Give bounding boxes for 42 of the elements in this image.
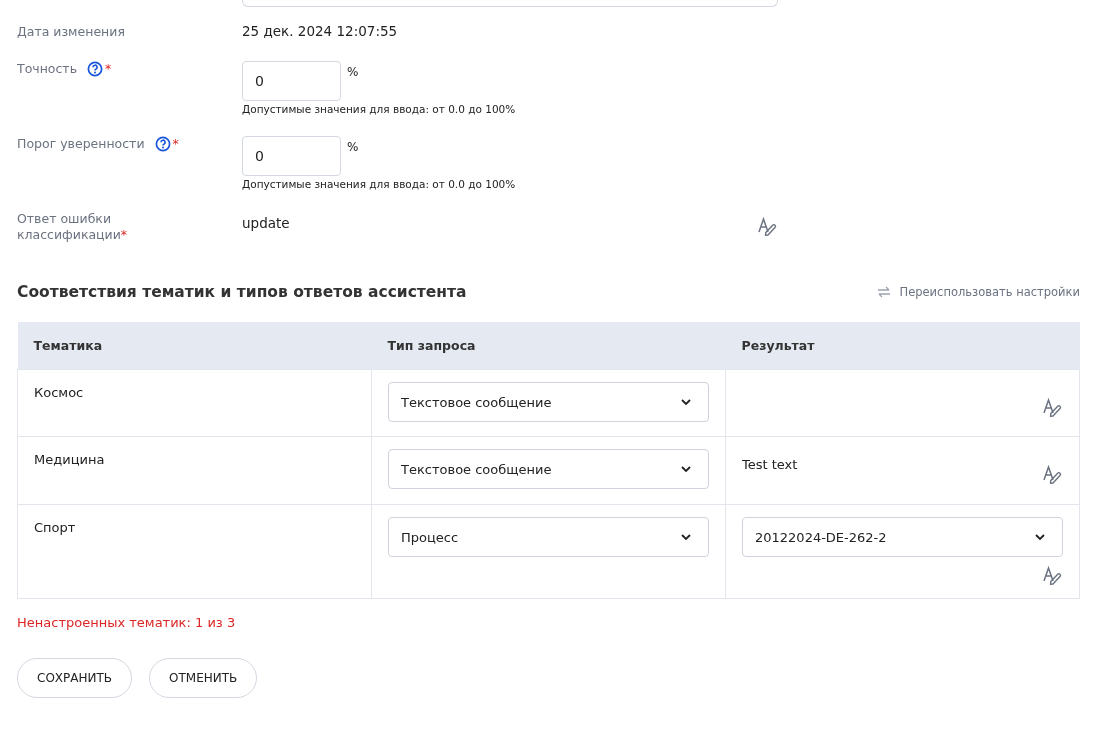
hint-text: Допустимые значения для ввода: от 0.0 до 100% <box>242 178 516 190</box>
field-label: Точность <box>17 61 77 77</box>
reuse-settings-link[interactable]: Переиспользовать настройки <box>877 285 1080 299</box>
result-text: Test text <box>742 457 798 472</box>
edit-text-icon[interactable] <box>1043 566 1063 586</box>
table-cell: Космос <box>17 369 372 437</box>
required-mark: * <box>120 227 128 242</box>
dropdown[interactable]: Текстовое сообщение <box>388 382 709 422</box>
chevron-down-icon[interactable] <box>1034 533 1046 541</box>
field-label: Дата изменения <box>17 24 125 40</box>
action-button[interactable]: СОХРАНИТЬ <box>17 658 133 698</box>
chevron-down-icon[interactable] <box>680 398 692 406</box>
table-cell: Медицина <box>17 436 372 505</box>
field-value: update <box>242 215 290 233</box>
number-input[interactable]: 0 <box>242 61 341 101</box>
chevron-down-icon[interactable] <box>680 465 692 473</box>
column-header: Тип запроса <box>371 322 726 370</box>
help-icon[interactable] <box>87 61 103 77</box>
dropdown[interactable]: Текстовое сообщение <box>388 449 709 489</box>
action-button[interactable]: ОТМЕНИТЬ <box>149 658 258 698</box>
unit-label: % <box>347 65 359 79</box>
edit-text-icon[interactable] <box>758 217 778 237</box>
field-label: Порог уверенности <box>17 136 145 152</box>
field-label: Ответ ошибки классификации <box>17 211 121 242</box>
warning-text: Ненастроенных тематик: 1 из 3 <box>17 615 237 630</box>
edit-text-icon[interactable] <box>1043 465 1063 485</box>
section-title: Соответствия тематик и типов ответов ассистента <box>17 283 467 301</box>
table-cell: Спорт <box>17 504 372 599</box>
column-header: Тематика <box>17 322 372 370</box>
dropdown[interactable]: Процесс <box>388 517 709 557</box>
column-header: Результат <box>725 322 1080 370</box>
unit-label: % <box>347 140 359 154</box>
input-field[interactable] <box>242 0 778 7</box>
required-mark: * <box>105 61 112 76</box>
number-input[interactable]: 0 <box>242 136 341 176</box>
help-icon[interactable] <box>154 136 171 152</box>
chevron-down-icon[interactable] <box>680 533 692 541</box>
hint-text: Допустимые значения для ввода: от 0.0 до 100% <box>242 103 516 115</box>
field-value: 25 дек. 2024 12:07:55 <box>242 22 398 41</box>
edit-text-icon[interactable] <box>1043 398 1063 418</box>
required-mark: * <box>172 136 179 151</box>
dropdown[interactable]: 20122024-DE-262-2 <box>742 517 1063 557</box>
